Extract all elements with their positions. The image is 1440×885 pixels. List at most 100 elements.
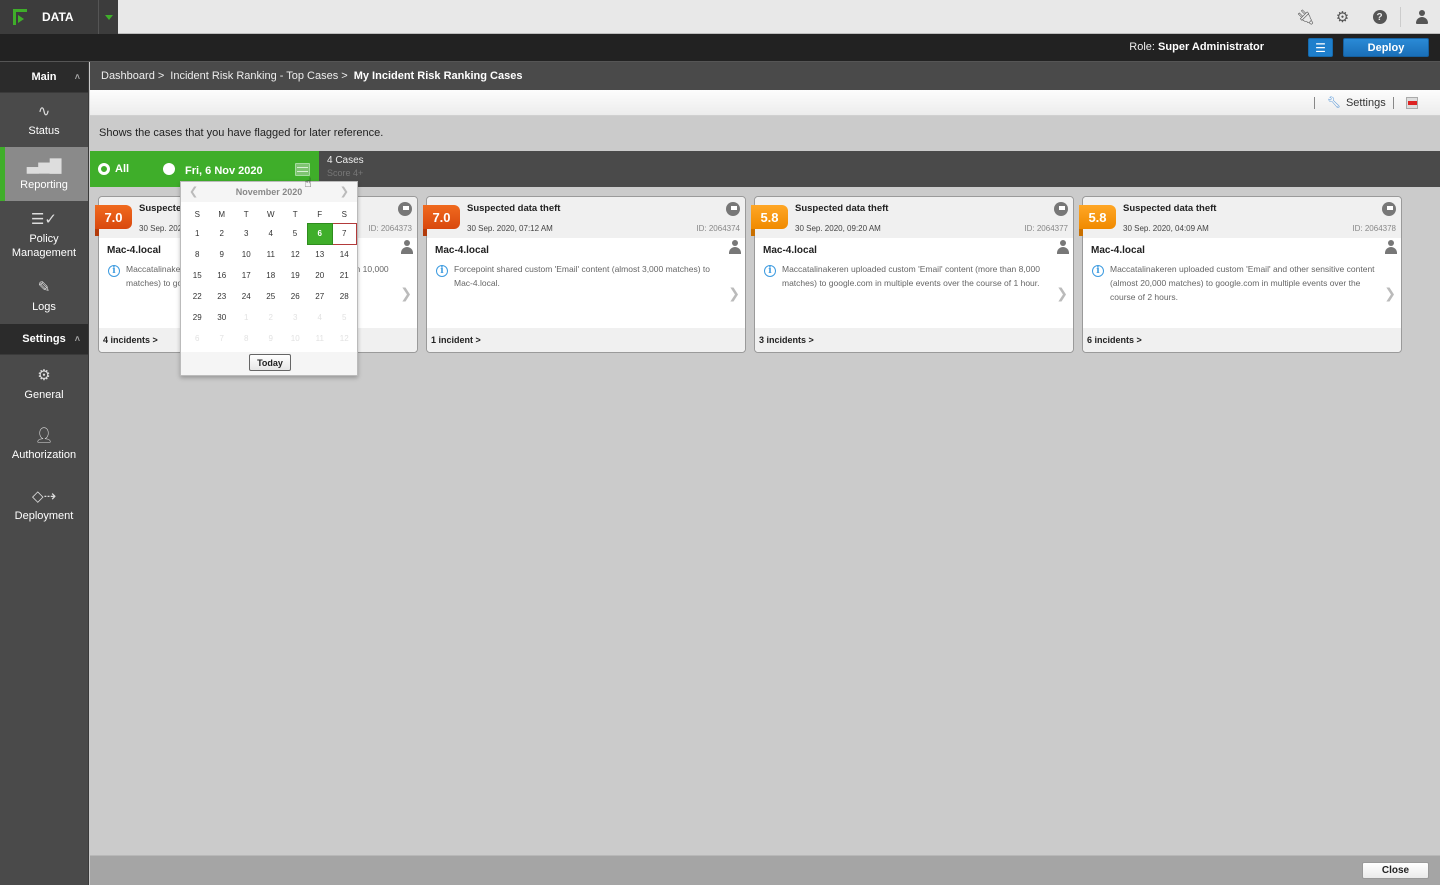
calendar-header: ❮ November 2020 ❯ (181, 182, 357, 202)
breadcrumb-dashboard[interactable]: Dashboard > (101, 70, 164, 82)
person-icon (1057, 240, 1069, 254)
task-list-button[interactable]: ☰ (1308, 38, 1333, 57)
calendar-day[interactable]: 1 (185, 223, 210, 244)
case-card[interactable]: 7.0 Suspected data theft 30 Sep. 2020, 07:… (423, 196, 746, 353)
calendar-day: 10 (290, 334, 300, 343)
case-title: Suspected data theft (795, 203, 889, 214)
case-id: ID: 2064373 (368, 224, 412, 233)
deploy-button[interactable]: Deploy (1343, 38, 1429, 57)
breadcrumb-incident-risk-ranking[interactable]: Incident Risk Ranking - Top Cases > (170, 70, 347, 82)
gear-icon: ⚙︎ (37, 366, 51, 384)
sidebar: Main ˄ ∿ Status ▃▅▇ Reporting ☰✓ Policy … (0, 62, 89, 885)
risk-score-badge: 7.0 (95, 205, 132, 236)
page-description: Shows the cases that you have flagged fo… (99, 127, 384, 139)
user-key-icon: 👤︎ (34, 426, 54, 444)
sidebar-item-general[interactable]: ⚙︎ General (0, 355, 88, 413)
plug-icon[interactable]: 🔌︎ (1287, 0, 1324, 34)
calendar-day[interactable]: 3 (234, 223, 259, 244)
sidebar-item-authorization[interactable]: 👤︎ Authorization (0, 413, 88, 475)
calendar-day[interactable]: 23 (210, 286, 235, 307)
incidents-link[interactable]: 3 incidents > (755, 328, 1073, 352)
chevron-right-icon[interactable]: ❯ (1384, 285, 1396, 302)
flag-icon[interactable] (1382, 202, 1396, 216)
calendar-day[interactable]: 24 (234, 286, 259, 307)
calendar-day: 4 (317, 313, 322, 322)
case-date: 30 Sep. 2020, 09:20 AM (795, 224, 881, 233)
chevron-right-icon[interactable]: ❯ (400, 285, 412, 302)
calendar-day[interactable]: 26 (283, 286, 308, 307)
case-date: 30 Sep. 2020, 04:09 AM (1123, 224, 1209, 233)
calendar-month-label[interactable]: November 2020 (181, 187, 357, 197)
calendar-day: 2 (268, 313, 273, 322)
chevron-right-icon[interactable]: ❯ (728, 285, 740, 302)
calendar-day[interactable]: 12 (283, 244, 308, 265)
calendar-day[interactable]: 2 (210, 223, 235, 244)
weekday-label: F (317, 209, 323, 219)
calendar-day: 6 (195, 334, 200, 343)
calendar-day[interactable]: 9 (210, 244, 235, 265)
calendar-day[interactable]: 5 (283, 223, 308, 244)
deployment-icon: ◇⇢ (31, 487, 57, 505)
section-label: Settings (22, 333, 66, 345)
calendar-day[interactable]: 20 (308, 265, 333, 286)
case-card-header: 5.8 Suspected data theft 30 Sep. 2020, 09:… (751, 197, 1073, 238)
sidebar-item-reporting[interactable]: ▃▅▇ Reporting (0, 147, 88, 201)
today-button[interactable]: Today (249, 354, 291, 371)
sidebar-item-label: Reporting (20, 178, 68, 191)
calendar-day-today[interactable]: 7 (331, 222, 357, 245)
calendar-day[interactable]: 29 (185, 307, 210, 328)
radio-all[interactable] (98, 163, 110, 175)
calendar-day[interactable]: 30 (210, 307, 235, 328)
top-bar: DATA 🔌︎ ⚙︎ ? (0, 0, 1440, 34)
close-button[interactable]: Close (1362, 862, 1429, 879)
calendar-day[interactable]: 17 (234, 265, 259, 286)
case-card[interactable]: 5.8 Suspected data theft 30 Sep. 2020, 09:… (751, 196, 1074, 353)
calendar-day[interactable]: 19 (283, 265, 308, 286)
calendar-day[interactable]: 11 (259, 244, 284, 265)
calendar-day[interactable]: 18 (259, 265, 284, 286)
flag-icon[interactable] (726, 202, 740, 216)
sidebar-item-logs[interactable]: ✎ Logs (0, 269, 88, 324)
incidents-link[interactable]: 1 incident > (427, 328, 745, 352)
pdf-export-icon[interactable] (1406, 97, 1418, 109)
flag-icon[interactable] (398, 202, 412, 216)
calendar-day[interactable]: 21 (332, 265, 357, 286)
sidebar-item-status[interactable]: ∿ Status (0, 93, 88, 147)
help-icon[interactable]: ? (1361, 0, 1398, 34)
chevron-right-icon[interactable]: ❯ (1056, 285, 1068, 302)
gear-icon[interactable]: ⚙︎ (1324, 0, 1361, 34)
radio-date[interactable] (163, 163, 175, 175)
settings-link[interactable]: 🔧︎ Settings (1327, 96, 1386, 110)
chevron-up-icon: ˄ (74, 72, 80, 82)
calendar-day[interactable]: 13 (308, 244, 333, 265)
calendar-day[interactable]: 10 (234, 244, 259, 265)
case-card[interactable]: 5.8 Suspected data theft 30 Sep. 2020, 04:… (1079, 196, 1402, 353)
calendar-footer: Today (181, 352, 357, 375)
sidebar-section-settings[interactable]: Settings ˄ (0, 324, 88, 355)
calendar-day[interactable]: 28 (332, 286, 357, 307)
radio-date-label[interactable]: Fri, 6 Nov 2020 (185, 165, 263, 177)
sidebar-item-policy-management[interactable]: ☰✓ Policy Management (0, 201, 88, 269)
sidebar-section-main[interactable]: Main ˄ (0, 62, 88, 93)
incidents-link[interactable]: 6 incidents > (1083, 328, 1401, 352)
user-icon[interactable] (1403, 0, 1440, 34)
risk-score-badge: 5.8 (1079, 205, 1116, 236)
calendar-day[interactable]: 14 (332, 244, 357, 265)
radio-all-label[interactable]: All (115, 163, 129, 175)
weekday-label: S (194, 210, 200, 219)
module-dropdown-button[interactable] (98, 0, 118, 34)
calendar-day[interactable]: 4 (259, 223, 284, 244)
brand[interactable]: DATA (0, 0, 98, 34)
sidebar-item-label: Logs (32, 301, 56, 313)
calendar-day-selected[interactable]: 6 (307, 222, 333, 245)
calendar-day[interactable]: 22 (185, 286, 210, 307)
calendar-day[interactable]: 15 (185, 265, 210, 286)
next-month-button[interactable]: ❯ (340, 185, 349, 198)
page-toolbar: 🔧︎ Settings (90, 90, 1440, 116)
flag-icon[interactable] (1054, 202, 1068, 216)
calendar-day[interactable]: 25 (259, 286, 284, 307)
calendar-day[interactable]: 8 (185, 244, 210, 265)
sidebar-item-deployment[interactable]: ◇⇢ Deployment (0, 475, 88, 535)
calendar-day[interactable]: 27 (308, 286, 333, 307)
calendar-day[interactable]: 16 (210, 265, 235, 286)
